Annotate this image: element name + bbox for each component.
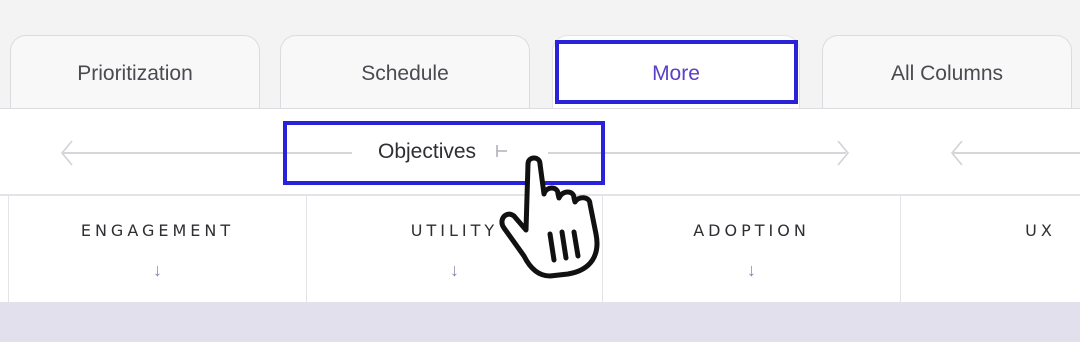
table-body-band	[0, 302, 1080, 342]
column-title: ENGAGEMENT	[80, 221, 235, 240]
column-header-adoption[interactable]: ADOPTION ↓	[603, 195, 901, 302]
tab-schedule[interactable]: Schedule	[280, 35, 530, 109]
tab-label: All Columns	[890, 61, 1004, 85]
group-label: Objectives	[378, 140, 477, 163]
column-stub	[0, 195, 9, 302]
column-title: UTILITY	[410, 221, 499, 240]
next-group-span-line	[952, 152, 1080, 154]
tab-bar: Prioritization Schedule More All Columns	[0, 0, 1080, 110]
column-title: UX	[1025, 221, 1056, 240]
sort-down-icon[interactable]: ↓	[153, 260, 162, 281]
scroll-right-arrow-icon[interactable]	[832, 139, 852, 167]
hand-pointer-cursor-icon	[499, 155, 600, 279]
group-span-line-left	[62, 152, 352, 154]
tab-label: More	[652, 61, 700, 85]
column-header-ux[interactable]: UX	[901, 195, 1080, 302]
sort-down-icon[interactable]: ↓	[450, 260, 459, 281]
sort-down-icon[interactable]: ↓	[747, 260, 756, 281]
tab-label: Prioritization	[77, 61, 193, 85]
column-title: ADOPTION	[693, 221, 810, 240]
column-header-engagement[interactable]: ENGAGEMENT ↓	[9, 195, 307, 302]
tab-label: Schedule	[361, 61, 449, 85]
tab-all-columns[interactable]: All Columns	[822, 35, 1072, 109]
tab-more[interactable]: More	[552, 35, 800, 109]
tab-prioritization[interactable]: Prioritization	[10, 35, 260, 109]
